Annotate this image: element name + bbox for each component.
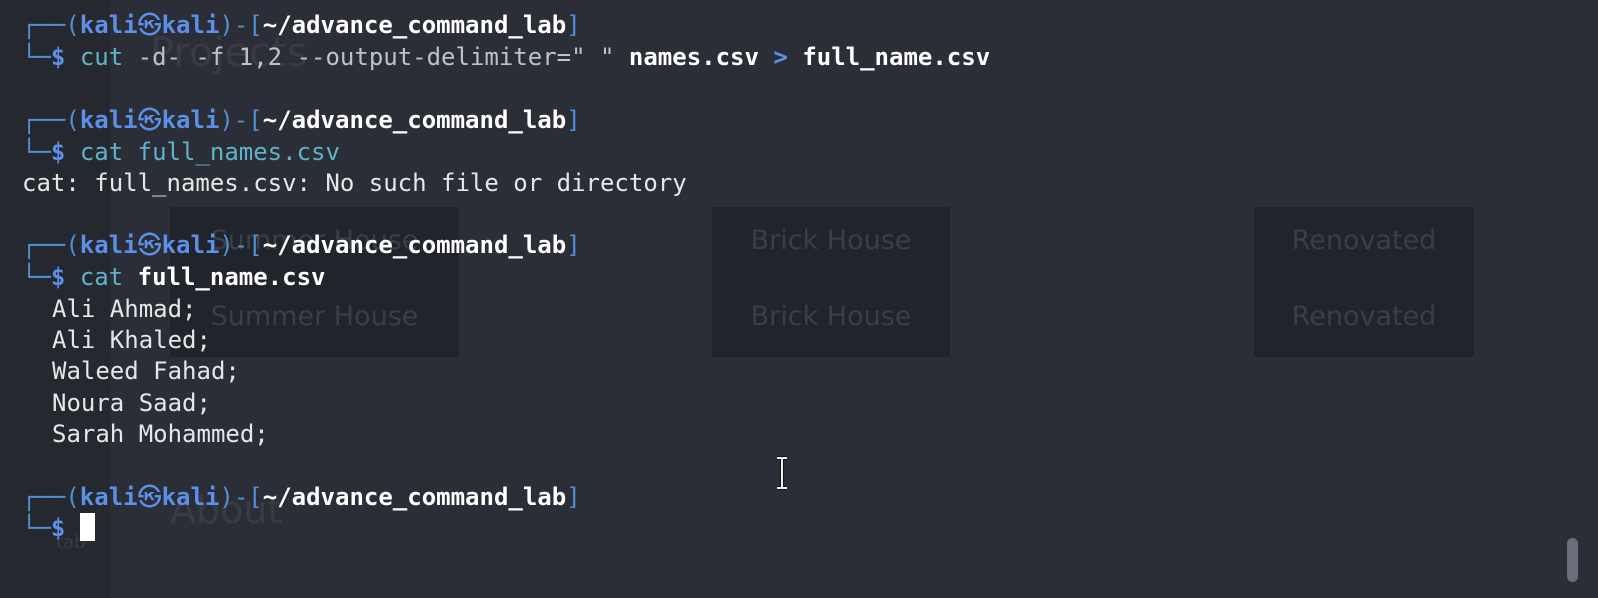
command-output-line: Ali Khaled; — [52, 326, 211, 354]
command-line: └─$ cat full_name.csv — [22, 263, 326, 291]
command-redirect: > — [773, 43, 788, 71]
command-output-line: Waleed Fahad; — [52, 357, 240, 385]
command-output-line: Noura Saad; — [52, 389, 211, 417]
kali-skull-icon: ㉿ — [137, 11, 162, 39]
prompt-cwd: ~/advance_command_lab — [262, 231, 567, 259]
prompt-header: ┌──(kali㉿kali)-[~/advance_command_lab] — [22, 483, 581, 511]
command-output-line: cat: full_names.csv: No such file or dir… — [22, 169, 687, 197]
command-line: └─$ cut -d- -f 1,2 --output-delimiter=" … — [22, 43, 991, 71]
command-program: cat — [79, 263, 124, 291]
command-output-line: Ali Ahmad; — [52, 295, 197, 323]
command-program: cat — [79, 138, 124, 166]
terminal-window[interactable]: ┌──(kali㉿kali)-[~/advance_command_lab] └… — [0, 0, 1598, 598]
command-options: -d- -f 1,2 --output-delimiter=" " — [137, 43, 615, 71]
command-argument: full_names.csv — [137, 138, 340, 166]
command-argument: full_name.csv — [137, 263, 326, 291]
text-cursor — [79, 513, 95, 541]
prompt-symbol: $ — [50, 263, 66, 291]
prompt-header: ┌──(kali㉿kali)-[~/advance_command_lab] — [22, 11, 581, 39]
prompt-cwd: ~/advance_command_lab — [262, 106, 567, 134]
active-command-line[interactable]: └─$ — [22, 513, 95, 545]
prompt-symbol: $ — [50, 514, 66, 542]
prompt-symbol: $ — [50, 138, 66, 166]
kali-skull-icon: ㉿ — [137, 483, 162, 511]
prompt-host: kali — [161, 106, 220, 134]
prompt-host: kali — [161, 11, 220, 39]
ibeam-cursor-icon — [777, 456, 787, 490]
prompt-user: kali — [79, 106, 138, 134]
prompt-user: kali — [79, 231, 138, 259]
prompt-host: kali — [161, 231, 220, 259]
command-output-line: Sarah Mohammed; — [52, 420, 269, 448]
scrollbar-thumb[interactable] — [1567, 538, 1578, 582]
prompt-cwd: ~/advance_command_lab — [262, 11, 567, 39]
prompt-header: ┌──(kali㉿kali)-[~/advance_command_lab] — [22, 231, 581, 259]
prompt-user: kali — [79, 483, 138, 511]
prompt-host: kali — [161, 483, 220, 511]
kali-skull-icon: ㉿ — [137, 231, 162, 259]
prompt-cwd: ~/advance_command_lab — [262, 483, 567, 511]
prompt-symbol: $ — [50, 43, 66, 71]
command-input-file: names.csv — [628, 43, 759, 71]
prompt-user: kali — [79, 11, 138, 39]
command-line: └─$ cat full_names.csv — [22, 138, 340, 166]
command-program: cut — [79, 43, 124, 71]
prompt-header: ┌──(kali㉿kali)-[~/advance_command_lab] — [22, 106, 581, 134]
command-output-file: full_name.csv — [802, 43, 991, 71]
kali-skull-icon: ㉿ — [137, 106, 162, 134]
